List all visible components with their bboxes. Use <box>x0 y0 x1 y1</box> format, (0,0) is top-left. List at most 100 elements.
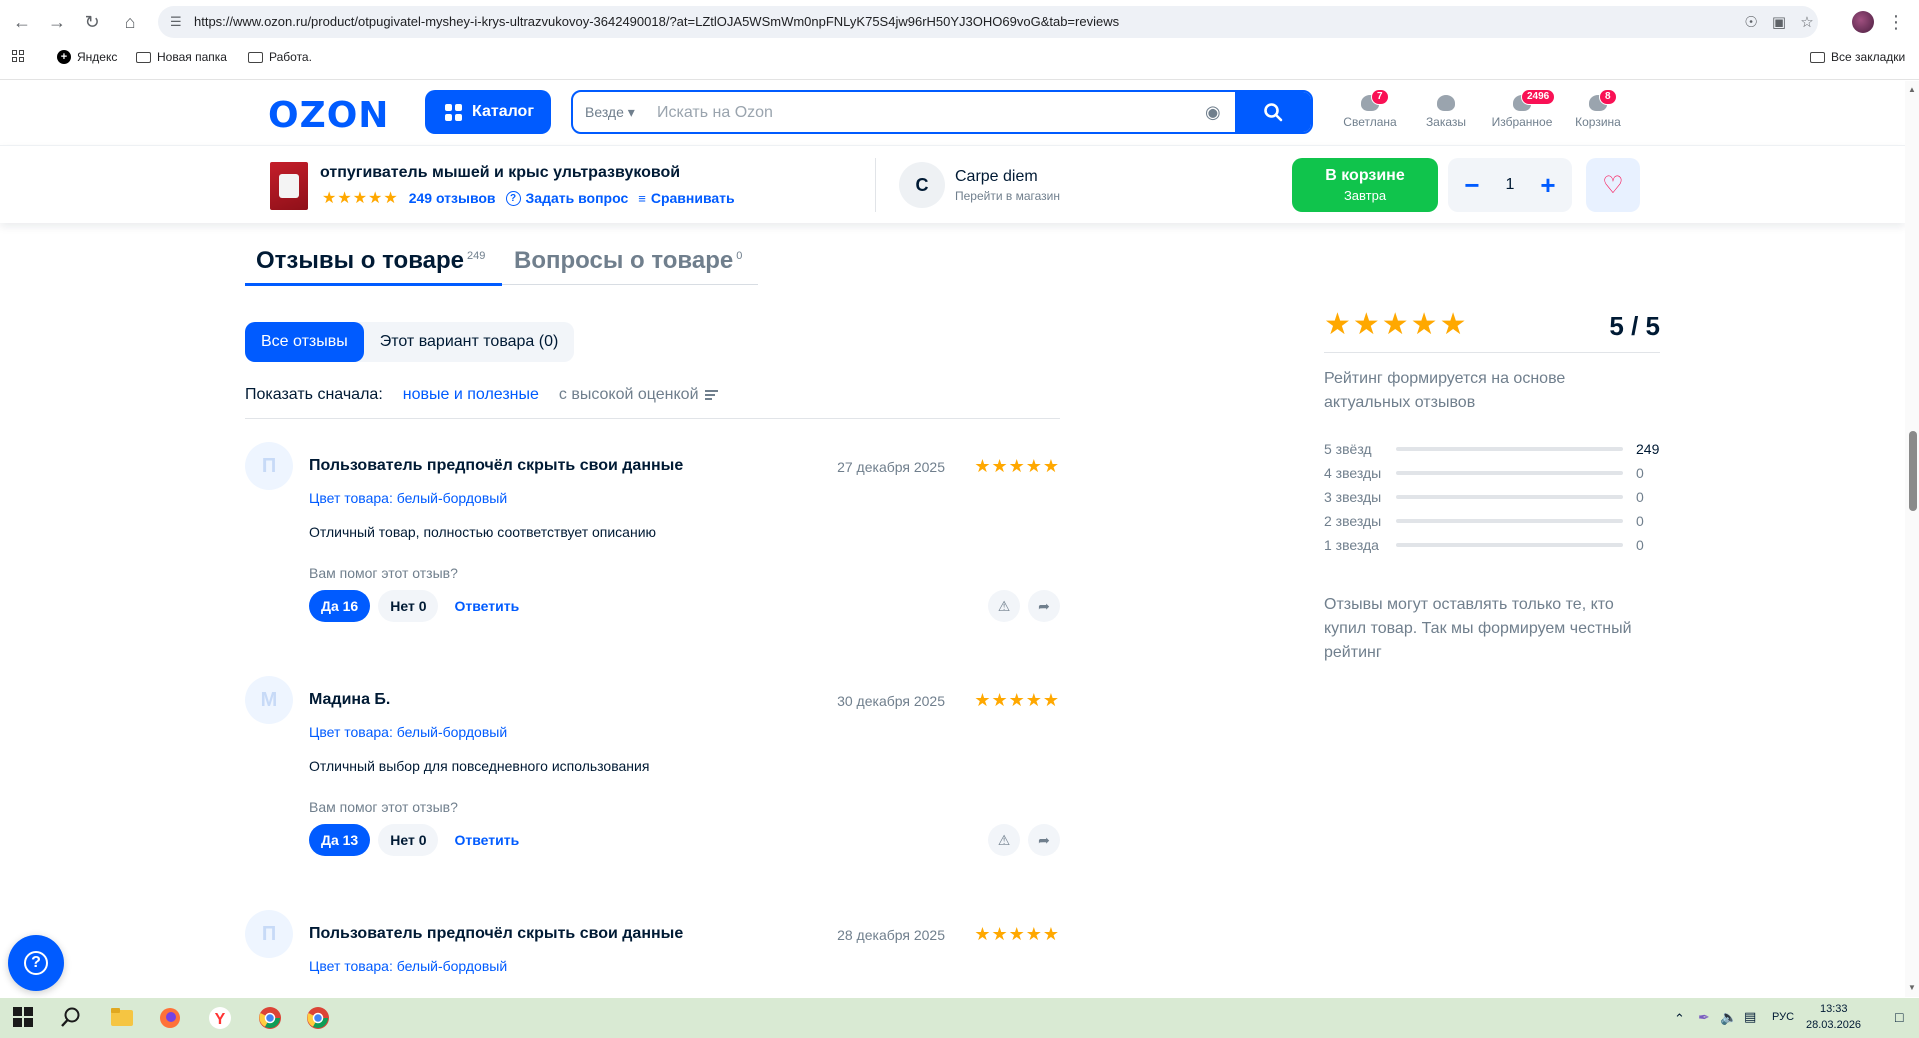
location-icon[interactable]: ☉ <box>1742 14 1760 32</box>
report-icon[interactable]: ⚠ <box>988 824 1020 856</box>
home-icon[interactable]: ⌂ <box>118 10 142 34</box>
ozon-logo[interactable]: OZON <box>268 95 389 136</box>
header-profile[interactable]: 7 Светлана <box>1335 89 1405 129</box>
rating-row-5[interactable]: 5 звёзд 249 <box>1324 439 1660 459</box>
back-icon[interactable]: ← <box>10 10 34 34</box>
apps-icon[interactable] <box>12 50 24 62</box>
review-author: Мадина Б. <box>309 691 391 708</box>
review-date: 30 декабря 2025 <box>837 693 945 709</box>
windows-start-icon[interactable] <box>12 1006 36 1030</box>
forward-icon[interactable]: → <box>45 10 69 34</box>
filter-this-variant[interactable]: Этот вариант товара (0) <box>364 322 575 362</box>
helpful-yes-button[interactable]: Да 16 <box>309 590 371 622</box>
clock-time[interactable]: 13:33 <box>1820 1003 1848 1015</box>
favorite-button[interactable]: ♡ <box>1586 158 1640 212</box>
sort-new-useful[interactable]: новые и полезные <box>403 386 539 404</box>
clock-date[interactable]: 28.03.2026 <box>1806 1019 1861 1031</box>
reload-icon[interactable]: ↻ <box>80 10 104 34</box>
search-icon[interactable] <box>60 1006 84 1030</box>
ask-question-link[interactable]: ? Задать вопрос <box>505 190 628 206</box>
network-icon[interactable]: ▤ <box>1744 1009 1756 1025</box>
header-item-label: Заказы <box>1425 115 1467 129</box>
rating-row-4[interactable]: 4 звезды 0 <box>1324 463 1660 483</box>
pen-icon[interactable]: ✒ <box>1698 1009 1710 1026</box>
help-button[interactable]: ? <box>8 935 64 991</box>
rating-row-3[interactable]: 3 звезды 0 <box>1324 487 1660 507</box>
search-input[interactable] <box>657 99 1177 127</box>
rating-row-1[interactable]: 1 звезда 0 <box>1324 535 1660 555</box>
notifications-icon[interactable]: □ <box>1895 1009 1903 1025</box>
bookmark-label: Работа. <box>269 50 312 64</box>
file-explorer-icon[interactable] <box>110 1006 134 1030</box>
header-orders[interactable]: Заказы <box>1411 95 1481 129</box>
header-favorites[interactable]: 2496 Избранное <box>1487 89 1557 129</box>
site-settings-icon[interactable]: ☰ <box>170 14 186 30</box>
share-icon[interactable]: ➦ <box>1028 590 1060 622</box>
report-icon[interactable]: ⚠ <box>988 590 1020 622</box>
heart-icon: 2496 <box>1513 89 1556 111</box>
sort-row: Показать сначала: новые и полезные с выс… <box>245 386 718 404</box>
bookmark-star-icon[interactable]: ☆ <box>1798 14 1816 32</box>
tab-questions[interactable]: Вопросы о товаре 0 <box>514 247 742 285</box>
helpful-yes-button[interactable]: Да 13 <box>309 824 371 856</box>
product-title: отпугиватель мышей и крыс ультразвуковой <box>320 164 681 181</box>
url-text[interactable]: https://www.ozon.ru/product/otpugivatel-… <box>194 14 1119 29</box>
scroll-down-icon[interactable]: ▼ <box>1908 983 1916 992</box>
review-variant-link[interactable]: Цвет товара: белый-бордовый <box>309 490 507 506</box>
helpful-no-button[interactable]: Нет 0 <box>378 824 439 856</box>
compare-label: Сравнивать <box>650 190 735 206</box>
tab-divider <box>502 284 758 285</box>
yandex-browser-icon[interactable]: Y <box>208 1006 232 1030</box>
firefox-icon[interactable] <box>158 1006 182 1030</box>
review-variant-link[interactable]: Цвет товара: белый-бордовый <box>309 724 507 740</box>
bookmark-work[interactable]: Работа. <box>248 50 312 64</box>
address-bar[interactable]: ☰ https://www.ozon.ru/product/otpugivate… <box>158 6 1818 38</box>
in-cart-button[interactable]: В корзине Завтра <box>1292 158 1438 212</box>
all-bookmarks[interactable]: Все закладки <box>1810 50 1905 64</box>
scrollbar-thumb[interactable] <box>1909 431 1917 511</box>
seller-avatar[interactable]: C <box>899 162 945 208</box>
chrome-icon[interactable] <box>258 1006 282 1030</box>
search-icon <box>1264 103 1283 122</box>
sort-high-rating[interactable]: с высокой оценкой <box>559 386 718 404</box>
review-text: Отличный выбор для повседневного использ… <box>309 758 650 774</box>
product-thumbnail[interactable] <box>270 162 308 210</box>
compare-link[interactable]: ≡ Сравнивать <box>638 190 734 206</box>
sort-icon <box>704 390 718 400</box>
seller-store-link[interactable]: Перейти в магазин <box>955 189 1060 203</box>
rating-row-count: 0 <box>1636 465 1644 481</box>
profile-avatar[interactable] <box>1852 11 1874 33</box>
bookmark-new-folder[interactable]: Новая папка <box>136 50 227 64</box>
show-hidden-icons-icon[interactable]: ⌃ <box>1674 1011 1685 1027</box>
seller-name[interactable]: Carpe diem <box>955 168 1038 186</box>
chrome-profile-icon[interactable] <box>306 1006 330 1030</box>
rating-bar <box>1396 495 1623 499</box>
install-icon[interactable]: ▣ <box>1770 14 1788 32</box>
tab-reviews[interactable]: Отзывы о товаре 249 <box>256 247 485 285</box>
catalog-button[interactable]: Каталог <box>425 90 551 134</box>
folder-icon <box>1810 51 1825 63</box>
filter-all-reviews[interactable]: Все отзывы <box>245 322 364 362</box>
menu-icon[interactable]: ⋮ <box>1884 10 1908 34</box>
share-icon[interactable]: ➦ <box>1028 824 1060 856</box>
page-scrollbar[interactable]: ▲ ▼ <box>1905 81 1919 997</box>
rating-row-2[interactable]: 2 звезды 0 <box>1324 511 1660 531</box>
search-bar: Везде ▾ ◉ <box>571 90 1313 134</box>
decrease-button[interactable]: − <box>1460 170 1484 201</box>
helpful-no-button[interactable]: Нет 0 <box>378 590 439 622</box>
reviews-link[interactable]: 249 отзывов <box>409 190 496 206</box>
language-indicator[interactable]: РУС <box>1772 1011 1794 1023</box>
header-cart[interactable]: 8 Корзина <box>1563 89 1633 129</box>
avatar: П <box>245 910 293 958</box>
tab-count: 0 <box>736 250 743 262</box>
volume-icon[interactable]: 🔈 <box>1720 1009 1737 1026</box>
increase-button[interactable]: + <box>1536 170 1560 201</box>
scroll-up-icon[interactable]: ▲ <box>1908 85 1916 94</box>
reply-button[interactable]: Ответить <box>446 590 527 622</box>
review-variant-link[interactable]: Цвет товара: белый-бордовый <box>309 958 507 974</box>
search-button[interactable] <box>1235 92 1311 132</box>
search-scope-select[interactable]: Везде ▾ <box>585 104 635 121</box>
camera-icon[interactable]: ◉ <box>1205 102 1221 123</box>
reply-button[interactable]: Ответить <box>446 824 527 856</box>
bookmark-yandex[interactable]: + Яндекс <box>57 50 117 64</box>
